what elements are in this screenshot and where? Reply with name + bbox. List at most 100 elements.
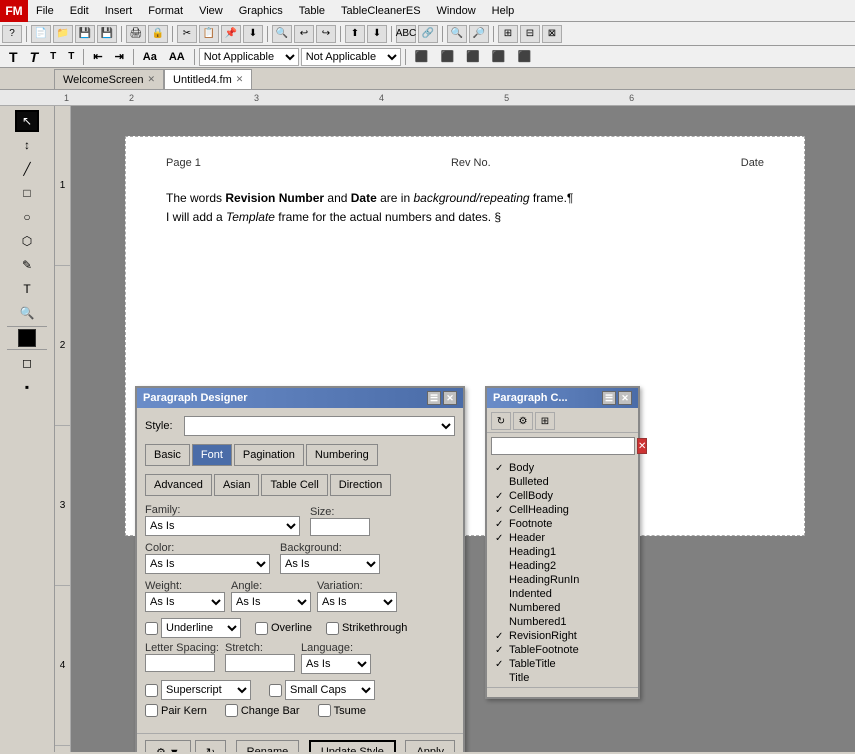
catalog-settings-btn[interactable]: ⚙: [513, 412, 533, 430]
change-bar-checkbox[interactable]: [225, 704, 238, 717]
tsume-checkbox[interactable]: [318, 704, 331, 717]
not-applicable-select-1[interactable]: Not Applicable: [199, 48, 299, 66]
catalog-clear-btn[interactable]: ✕: [637, 438, 647, 454]
tab-welcome-screen[interactable]: WelcomeScreen ✕: [54, 69, 164, 89]
find-btn[interactable]: 🔍: [272, 25, 292, 43]
catalog-table-btn[interactable]: ⊞: [535, 412, 555, 430]
align-justify2-btn[interactable]: ⬛: [513, 48, 537, 66]
print-btn[interactable]: 🖨: [126, 25, 146, 43]
stretch-input[interactable]: [225, 654, 295, 672]
size-input[interactable]: [310, 518, 370, 536]
menu-insert[interactable]: Insert: [97, 3, 141, 19]
pair-kern-checkbox[interactable]: [145, 704, 158, 717]
align-left-btn[interactable]: ⬛: [410, 48, 434, 66]
color-select[interactable]: As Is: [145, 554, 270, 574]
letter-spacing-input[interactable]: [145, 654, 215, 672]
catalog-close-btn[interactable]: ✕: [618, 391, 632, 405]
table-btn[interactable]: ⊞: [498, 25, 518, 43]
strikethrough-checkbox[interactable]: [326, 622, 339, 635]
catalog-item-title[interactable]: Title: [491, 671, 634, 685]
fill-tool-btn[interactable]: ▪: [15, 376, 39, 398]
table2-btn[interactable]: ⊟: [520, 25, 540, 43]
catalog-item-cellheading[interactable]: CellHeading: [491, 503, 634, 517]
underline-select[interactable]: Underline: [161, 618, 241, 638]
catalog-item-heading1[interactable]: Heading1: [491, 545, 634, 559]
catalog-item-body[interactable]: Body: [491, 461, 634, 475]
align-justify-btn[interactable]: ⬛: [487, 48, 511, 66]
dialog-menu-btn[interactable]: ☰: [427, 391, 441, 405]
bold-T-btn[interactable]: T: [4, 48, 23, 66]
poly-tool-btn[interactable]: ⬡: [15, 230, 39, 252]
export-btn[interactable]: ⬇: [367, 25, 387, 43]
not-applicable-select-2[interactable]: Not Applicable: [301, 48, 401, 66]
zoom-tool-btn[interactable]: 🔍: [15, 302, 39, 324]
menu-help[interactable]: Help: [484, 3, 523, 19]
menu-table[interactable]: Table: [291, 3, 333, 19]
redo-btn[interactable]: ↪: [316, 25, 336, 43]
catalog-item-numbered1[interactable]: Numbered1: [491, 615, 634, 629]
menu-tablecleaner[interactable]: TableCleanerES: [333, 3, 429, 19]
small-caps-select[interactable]: Small Caps: [285, 680, 375, 700]
ellipse-tool-btn[interactable]: ○: [15, 206, 39, 228]
tab-untitled4-close[interactable]: ✕: [236, 74, 244, 85]
background-select[interactable]: As Is: [280, 554, 380, 574]
style-dropdown[interactable]: [184, 416, 455, 436]
menu-graphics[interactable]: Graphics: [231, 3, 291, 19]
undo-btn[interactable]: ↩: [294, 25, 314, 43]
superscript-select[interactable]: Superscript: [161, 680, 251, 700]
spell-btn[interactable]: ABC: [396, 25, 416, 43]
menu-file[interactable]: File: [28, 3, 62, 19]
catalog-item-headingrunin[interactable]: HeadingRunIn: [491, 573, 634, 587]
superscript-checkbox[interactable]: [145, 684, 158, 697]
save-all-btn[interactable]: 💾: [97, 25, 117, 43]
catalog-scrollbar[interactable]: [487, 687, 638, 697]
text-tool-btn[interactable]: T: [15, 278, 39, 300]
menu-format[interactable]: Format: [140, 3, 191, 19]
angle-select[interactable]: As Is: [231, 592, 311, 612]
settings-btn[interactable]: ⚙ ▼: [145, 740, 191, 752]
tab-basic[interactable]: Basic: [145, 444, 190, 466]
paste-btn[interactable]: 📌: [221, 25, 241, 43]
help-btn[interactable]: ?: [2, 25, 22, 43]
select-tool-btn[interactable]: ↖: [15, 110, 39, 132]
style-aa-btn[interactable]: Aa: [138, 48, 162, 66]
tab-numbering[interactable]: Numbering: [306, 444, 378, 466]
italic-T-btn[interactable]: T: [25, 48, 44, 66]
language-select[interactable]: As Is: [301, 654, 371, 674]
catalog-item-heading2[interactable]: Heading2: [491, 559, 634, 573]
refresh-btn[interactable]: ↻: [195, 740, 226, 752]
tab-untitled4[interactable]: Untitled4.fm ✕: [164, 69, 252, 89]
small-caps-checkbox[interactable]: [269, 684, 282, 697]
align-right-btn[interactable]: ⬛: [461, 48, 485, 66]
new-btn[interactable]: 📄: [31, 25, 51, 43]
open-btn[interactable]: 📁: [53, 25, 73, 43]
zoom-in-btn[interactable]: 🔍: [447, 25, 467, 43]
rect-tool-btn[interactable]: □: [15, 182, 39, 204]
tab-tablecell[interactable]: Table Cell: [261, 474, 327, 496]
catalog-item-numbered[interactable]: Numbered: [491, 601, 634, 615]
catalog-item-tablefootnote[interactable]: TableFootnote: [491, 643, 634, 657]
cut-btn[interactable]: ✂: [177, 25, 197, 43]
align-center-btn[interactable]: ⬛: [435, 48, 459, 66]
tab-pagination[interactable]: Pagination: [234, 444, 304, 466]
indent-right-btn[interactable]: ⇥: [110, 48, 129, 66]
table3-btn[interactable]: ⊠: [542, 25, 562, 43]
save-btn[interactable]: 💾: [75, 25, 95, 43]
catalog-item-bulleted[interactable]: Bulleted: [491, 475, 634, 489]
catalog-item-footnote[interactable]: Footnote: [491, 517, 634, 531]
border-tool-btn[interactable]: ◻: [15, 352, 39, 374]
menu-view[interactable]: View: [191, 3, 231, 19]
link-btn[interactable]: 🔗: [418, 25, 438, 43]
menu-window[interactable]: Window: [429, 3, 484, 19]
tab-welcome-close[interactable]: ✕: [148, 74, 156, 85]
overline-checkbox[interactable]: [255, 622, 268, 635]
underline-checkbox[interactable]: [145, 622, 158, 635]
import-btn[interactable]: ⬆: [345, 25, 365, 43]
lock-btn[interactable]: 🔒: [148, 25, 168, 43]
foreground-color[interactable]: [18, 329, 36, 347]
catalog-item-tabletitle[interactable]: TableTitle: [491, 657, 634, 671]
copy-btn[interactable]: 📋: [199, 25, 219, 43]
variation-select[interactable]: As Is: [317, 592, 397, 612]
catalog-item-cellbody[interactable]: CellBody: [491, 489, 634, 503]
style-AA-btn[interactable]: AA: [164, 48, 190, 66]
